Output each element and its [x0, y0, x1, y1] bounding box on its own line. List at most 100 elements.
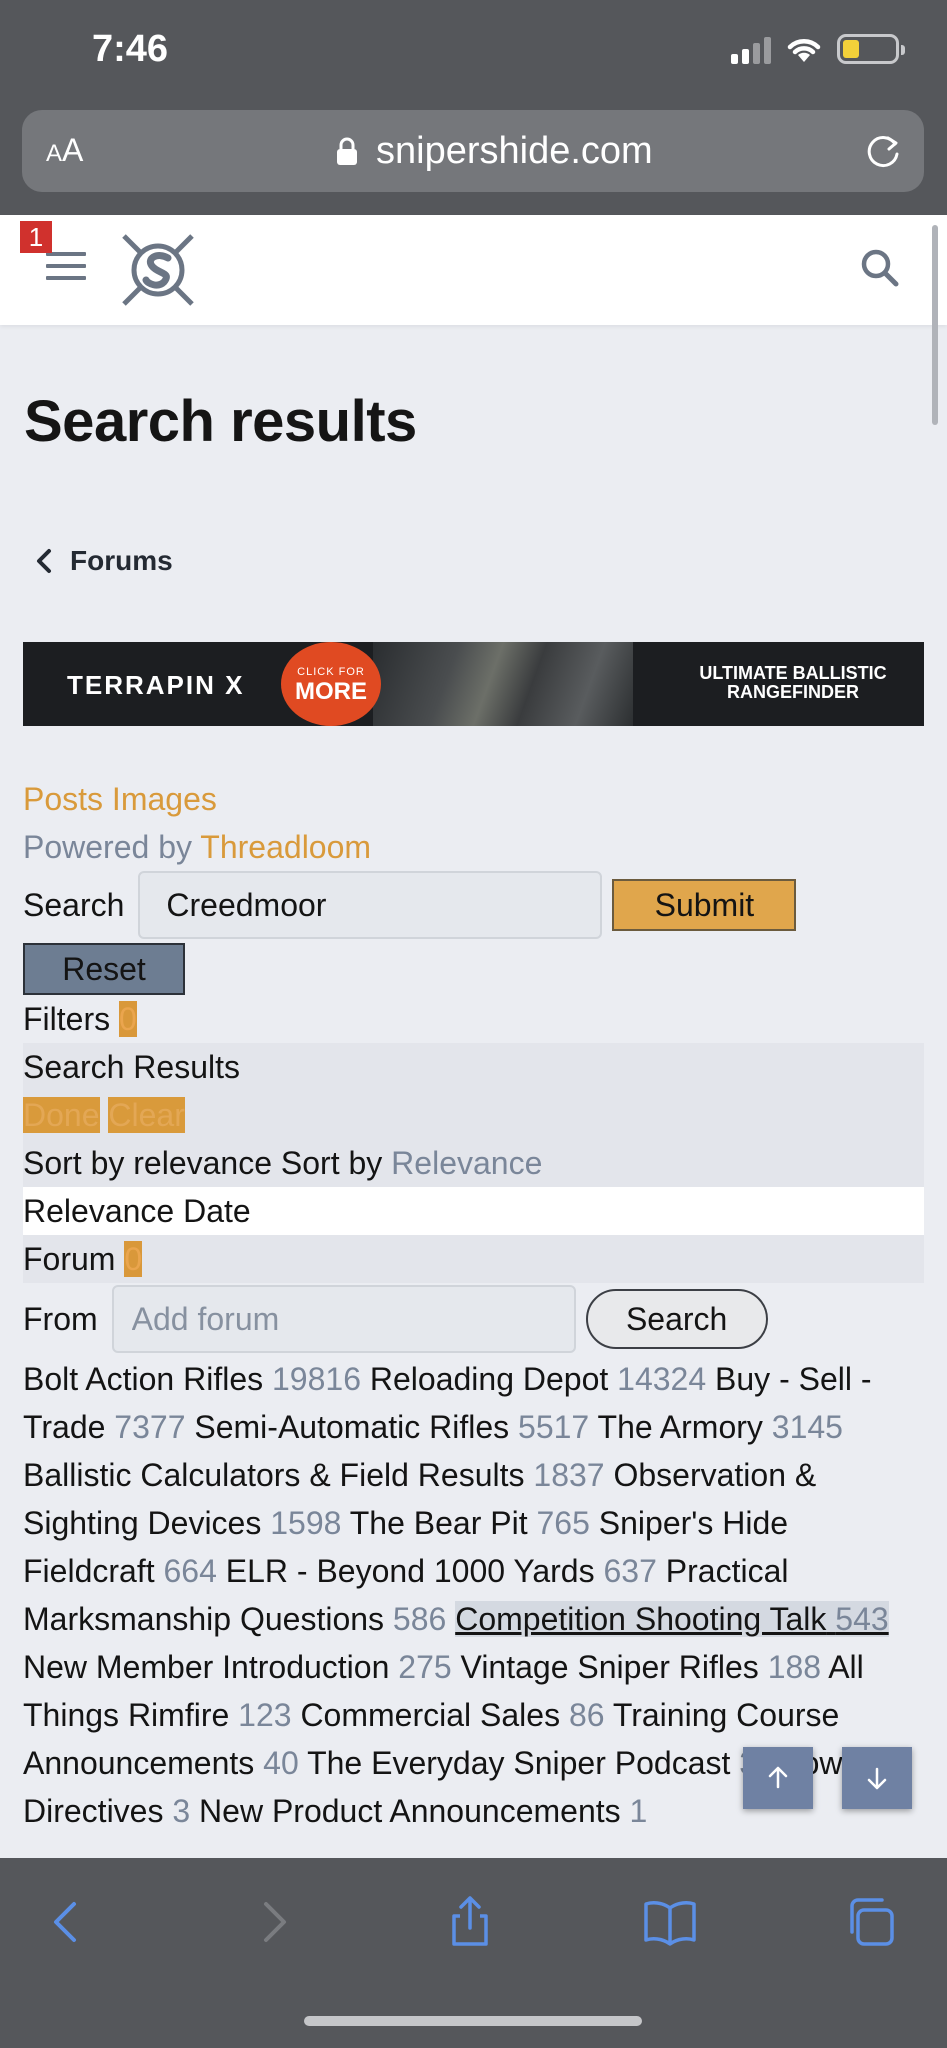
forum-list-item[interactable]: ELR - Beyond 1000 Yards 637: [226, 1553, 657, 1589]
breadcrumb-label[interactable]: Forums: [70, 545, 173, 577]
forum-count: 586: [392, 1601, 447, 1637]
forum-count: 19816: [272, 1361, 361, 1397]
search-content: Posts Images Powered by Threadloom Searc…: [23, 775, 924, 1835]
address-bar[interactable]: AA snipershide.com: [22, 110, 924, 192]
forum-count: 1837: [533, 1457, 605, 1493]
search-icon[interactable]: [858, 246, 902, 290]
from-row: From Search: [23, 1283, 924, 1355]
notification-badge: 1: [20, 221, 52, 253]
sort-row[interactable]: Sort by relevance Sort by Relevance: [23, 1139, 924, 1187]
forum-count: 3: [172, 1793, 191, 1829]
forum-count: 123: [238, 1697, 292, 1733]
tabs-icon[interactable]: [842, 1894, 898, 1950]
sort-options[interactable]: Relevance Date: [23, 1187, 924, 1235]
scroll-top-button[interactable]: [743, 1747, 813, 1809]
banner-photo: [373, 642, 633, 726]
clear-button[interactable]: Clear: [108, 1097, 185, 1133]
forum-name[interactable]: New Member Introduction: [23, 1649, 389, 1685]
forum-count: 765: [536, 1505, 590, 1541]
filters-row[interactable]: Filters 0: [23, 995, 924, 1043]
forum-list-item[interactable]: The Bear Pit 765: [350, 1505, 590, 1541]
forum-name[interactable]: The Everyday Sniper Podcast: [307, 1745, 730, 1781]
forum-count: 7377: [114, 1409, 186, 1445]
arrow-down-icon: [867, 1767, 887, 1790]
add-forum-input[interactable]: [111, 1285, 576, 1353]
results-panel: Search Results Done Clear Sort by releva…: [23, 1043, 924, 1187]
reset-button[interactable]: Reset: [23, 943, 185, 995]
page-title: Search results: [24, 389, 417, 454]
banner-brand: TERRAPIN X: [67, 670, 245, 700]
forum-list-item[interactable]: Semi-Automatic Rifles 5517: [194, 1409, 589, 1445]
page-scrollbar[interactable]: [932, 225, 938, 425]
search-input[interactable]: [138, 871, 603, 939]
filters-label[interactable]: Filters: [23, 1001, 110, 1037]
forum-list-item[interactable]: New Product Announcements 1: [199, 1793, 647, 1829]
menu-icon[interactable]: [46, 252, 86, 282]
forum-name[interactable]: Vintage Sniper Rifles: [461, 1649, 759, 1685]
done-button[interactable]: Done: [23, 1097, 100, 1133]
scroll-bottom-button[interactable]: [842, 1747, 912, 1809]
forum-list-item[interactable]: Ballistic Calculators & Field Results 18…: [23, 1457, 605, 1493]
forum-count: 275: [398, 1649, 452, 1685]
forum-filter-row[interactable]: Forum 0: [23, 1235, 924, 1283]
sort-value[interactable]: Relevance: [391, 1145, 542, 1181]
site-logo[interactable]: [118, 230, 198, 310]
reset-row: Reset: [23, 939, 924, 995]
forum-count: 5517: [518, 1409, 590, 1445]
forum-name[interactable]: The Armory: [598, 1409, 763, 1445]
banner-cta-big: MORE: [295, 678, 367, 705]
bookmarks-icon[interactable]: [642, 1894, 698, 1950]
battery-icon: [837, 34, 905, 64]
forum-count: 543: [835, 1601, 889, 1637]
from-label: From: [23, 1301, 98, 1337]
forum-name[interactable]: ELR - Beyond 1000 Yards: [226, 1553, 595, 1589]
forum-count-badge: 0: [124, 1241, 143, 1277]
forum-count: 86: [568, 1697, 605, 1733]
forum-list-item[interactable]: The Everyday Sniper Podcast 31: [307, 1745, 775, 1781]
forum-name[interactable]: Bolt Action Rifles: [23, 1361, 263, 1397]
threadloom-link[interactable]: Threadloom: [200, 829, 371, 865]
forum-list-item[interactable]: Bolt Action Rifles 19816: [23, 1361, 361, 1397]
forum-list-item[interactable]: Vintage Sniper Rifles 188: [461, 1649, 822, 1685]
forum-list-item[interactable]: Competition Shooting Talk 543: [455, 1601, 889, 1637]
forum-list-item[interactable]: Reloading Depot 14324: [370, 1361, 706, 1397]
lock-icon: [337, 137, 357, 165]
status-time: 7:46: [92, 28, 169, 70]
status-icons: [731, 34, 905, 64]
forum-count: 188: [767, 1649, 822, 1685]
forum-count: 3145: [771, 1409, 843, 1445]
forum-count: 664: [163, 1553, 217, 1589]
forum-count: 637: [603, 1553, 657, 1589]
forward-icon[interactable]: [244, 1894, 300, 1950]
share-icon[interactable]: [442, 1894, 498, 1950]
forum-list-item[interactable]: The Armory 3145: [598, 1409, 843, 1445]
forum-label[interactable]: Forum: [23, 1241, 115, 1277]
forum-name[interactable]: The Bear Pit: [350, 1505, 528, 1541]
result-type-tabs[interactable]: Posts Images: [23, 775, 924, 823]
reader-text-size-button[interactable]: AA: [46, 132, 83, 169]
forum-list-item[interactable]: Commercial Sales 86: [300, 1697, 604, 1733]
forum-count: 40: [263, 1745, 299, 1781]
forum-name[interactable]: Commercial Sales: [300, 1697, 560, 1733]
forum-name[interactable]: Reloading Depot: [370, 1361, 608, 1397]
reload-icon[interactable]: [862, 130, 904, 172]
back-icon[interactable]: [40, 1894, 96, 1950]
banner-cta[interactable]: CLICK FOR MORE: [281, 642, 381, 726]
url-domain[interactable]: snipershide.com: [376, 130, 653, 173]
sort-prefix: Sort by relevance Sort by: [23, 1145, 383, 1181]
breadcrumb[interactable]: Forums: [34, 545, 173, 577]
submit-button[interactable]: Submit: [612, 879, 797, 931]
forum-count: 1598: [270, 1505, 342, 1541]
forum-name[interactable]: New Product Announcements: [199, 1793, 621, 1829]
ad-banner[interactable]: TERRAPIN X CLICK FOR MORE ULTIMATE BALLI…: [23, 642, 924, 726]
arrow-up-icon: [768, 1766, 788, 1789]
forum-name[interactable]: Semi-Automatic Rifles: [194, 1409, 509, 1445]
powered-by: Powered by Threadloom: [23, 823, 924, 871]
results-actions: Done Clear: [23, 1091, 924, 1139]
forum-name[interactable]: Competition Shooting Talk: [455, 1601, 826, 1637]
forum-name[interactable]: Ballistic Calculators & Field Results: [23, 1457, 525, 1493]
powered-by-prefix: Powered by: [23, 829, 192, 865]
forum-search-button[interactable]: Search: [585, 1289, 768, 1349]
forum-list-item[interactable]: New Member Introduction 275: [23, 1649, 452, 1685]
filters-count-badge: 0: [119, 1001, 137, 1037]
